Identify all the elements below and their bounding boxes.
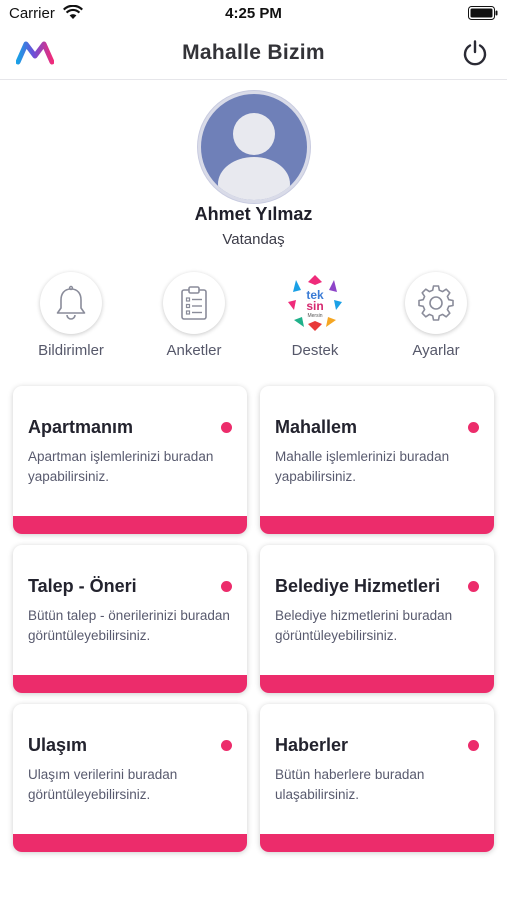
user-role: Vatandaş bbox=[222, 231, 285, 248]
clipboard-icon bbox=[181, 286, 207, 320]
card-description: Mahalle işlemlerinizi buradan yapabilirs… bbox=[275, 449, 450, 484]
status-dot bbox=[221, 740, 232, 751]
quick-action-settings[interactable]: Ayarlar bbox=[386, 272, 486, 362]
surveys-button[interactable] bbox=[163, 272, 225, 334]
avatar[interactable] bbox=[198, 91, 310, 203]
card-talep-oneri[interactable]: Talep - Öneri Bütün talep - önerileriniz… bbox=[13, 545, 247, 693]
card-mahallem[interactable]: Mahallem Mahalle işlemlerinizi buradan y… bbox=[260, 386, 494, 534]
card-title: Talep - Öneri bbox=[28, 576, 137, 596]
card-title: Ulaşım bbox=[28, 735, 88, 755]
status-dot bbox=[221, 422, 232, 433]
card-accent-bar bbox=[13, 834, 247, 852]
card-title: Haberler bbox=[275, 735, 349, 755]
logo-text-mersin: Mersin bbox=[307, 313, 322, 319]
status-dot bbox=[468, 740, 479, 751]
card-description: Ulaşım verilerini buradan görüntüleyebil… bbox=[28, 767, 178, 802]
power-icon[interactable] bbox=[461, 39, 489, 67]
settings-label: Ayarlar bbox=[412, 342, 460, 359]
app-title: Mahalle Bizim bbox=[182, 41, 325, 64]
quick-action-surveys[interactable]: Anketler bbox=[144, 272, 244, 362]
user-silhouette-icon bbox=[218, 113, 290, 200]
status-time: 4:25 PM bbox=[225, 5, 282, 22]
card-description: Bütün haberlere buradan ulaşabilirsiniz. bbox=[275, 767, 425, 802]
card-accent-bar bbox=[260, 516, 494, 534]
quick-action-notifications[interactable]: Bildirimler bbox=[21, 272, 121, 362]
bell-icon bbox=[56, 285, 86, 320]
card-haberler[interactable]: Haberler Bütün haberlere buradan ulaşabi… bbox=[260, 704, 494, 852]
card-accent-bar bbox=[260, 834, 494, 852]
card-belediye-hizmetleri[interactable]: Belediye Hizmetleri Belediye hizmetlerin… bbox=[260, 545, 494, 693]
status-dot bbox=[468, 581, 479, 592]
card-title: Mahallem bbox=[275, 417, 358, 437]
status-dot bbox=[221, 581, 232, 592]
user-name: Ahmet Yılmaz bbox=[194, 204, 313, 224]
settings-button[interactable] bbox=[405, 272, 467, 334]
card-description: Belediye hizmetlerini buradan görüntüley… bbox=[275, 608, 453, 643]
support-button[interactable]: tek sin Mersin bbox=[284, 272, 346, 334]
teksin-mersin-logo: tek sin Mersin bbox=[288, 275, 342, 331]
card-ulasim[interactable]: Ulaşım Ulaşım verilerini buradan görüntü… bbox=[13, 704, 247, 852]
notifications-label: Bildirimler bbox=[38, 342, 104, 359]
logo-text-sin: sin bbox=[306, 299, 323, 313]
status-bar: Carrier 4:25 PM bbox=[0, 0, 507, 28]
support-label: Destek bbox=[291, 342, 339, 359]
status-dot bbox=[468, 422, 479, 433]
battery-icon bbox=[468, 6, 498, 20]
card-accent-bar bbox=[13, 516, 247, 534]
notifications-button[interactable] bbox=[40, 272, 102, 334]
surveys-label: Anketler bbox=[166, 342, 222, 359]
card-description: Apartman işlemlerinizi buradan yapabilir… bbox=[28, 449, 214, 484]
quick-action-support[interactable]: tek sin Mersin Destek bbox=[265, 272, 365, 362]
card-apartmanim[interactable]: Apartmanım Apartman işlemlerinizi burada… bbox=[13, 386, 247, 534]
app-header: Mahalle Bizim bbox=[0, 28, 507, 80]
card-accent-bar bbox=[260, 675, 494, 693]
card-title: Apartmanım bbox=[28, 417, 134, 437]
card-title: Belediye Hizmetleri bbox=[275, 576, 441, 596]
card-accent-bar bbox=[13, 675, 247, 693]
gear-icon bbox=[418, 285, 454, 321]
card-description: Bütün talep - önerilerinizi buradan görü… bbox=[28, 608, 230, 643]
